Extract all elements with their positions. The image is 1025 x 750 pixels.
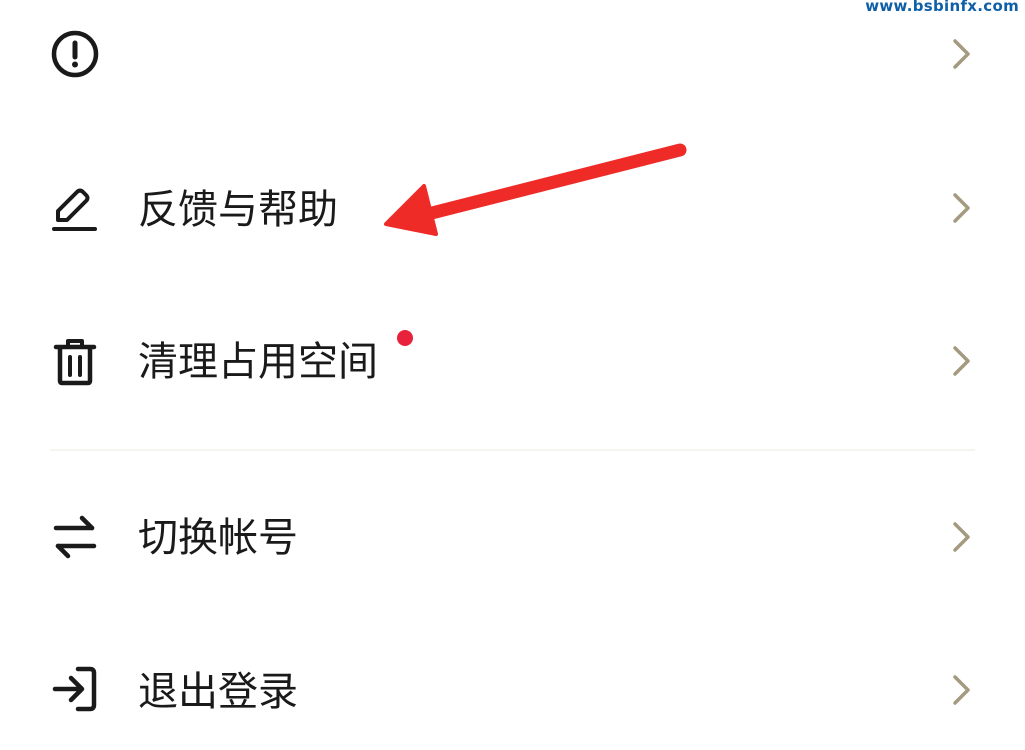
notification-badge — [397, 330, 413, 346]
menu-item-alert[interactable] — [0, 0, 1025, 120]
chevron-right-icon — [946, 341, 976, 381]
menu-item-logout[interactable]: 退出登录 — [0, 630, 1025, 750]
menu-item-label: 退出登录 — [138, 669, 298, 715]
menu-item-clear-storage[interactable]: 清理占用空间 — [0, 300, 1025, 420]
logout-icon — [50, 664, 100, 714]
alert-circle-icon — [50, 29, 100, 79]
menu-item-label: 清理占用空间 — [138, 339, 378, 385]
chevron-right-icon — [946, 188, 976, 228]
chevron-right-icon — [946, 670, 976, 710]
divider — [50, 449, 975, 451]
menu-item-label: 反馈与帮助 — [138, 187, 338, 233]
chevron-right-icon — [946, 517, 976, 557]
pencil-edit-icon — [50, 184, 100, 234]
menu-item-feedback-help[interactable]: 反馈与帮助 — [0, 150, 1025, 270]
swap-arrows-icon — [50, 512, 100, 562]
menu-item-label: 切换帐号 — [138, 515, 298, 561]
chevron-right-icon — [946, 34, 976, 74]
menu-item-switch-account[interactable]: 切换帐号 — [0, 478, 1025, 598]
trash-icon — [50, 337, 100, 387]
